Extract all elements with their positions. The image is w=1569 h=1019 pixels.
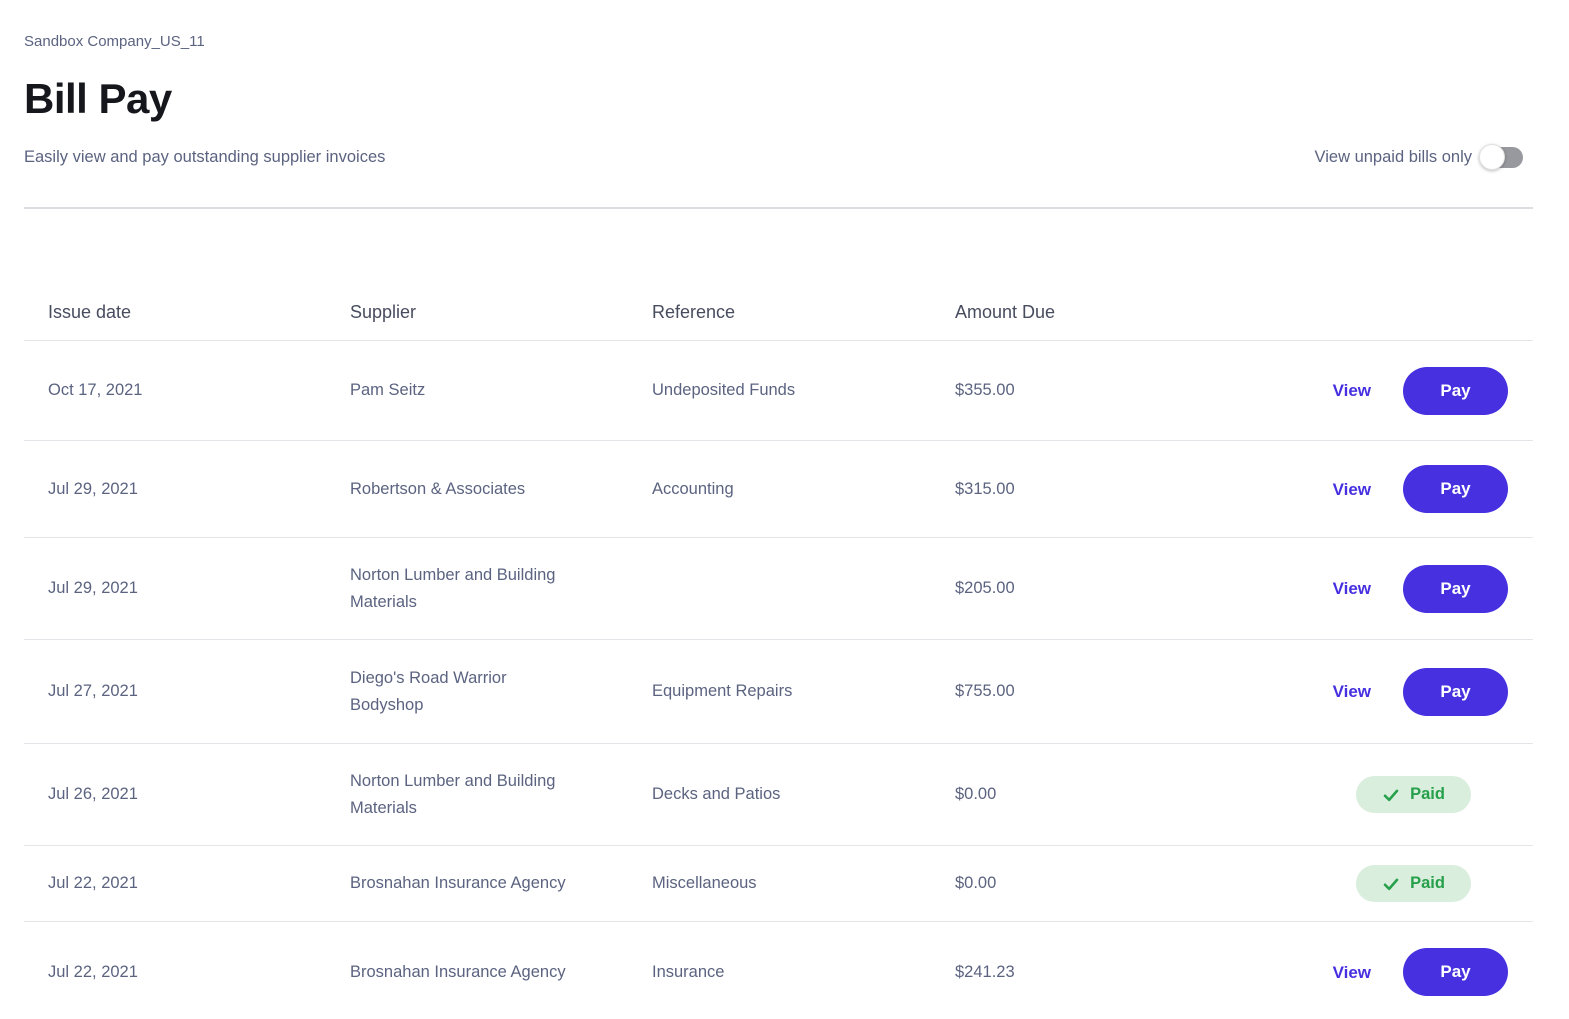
unpaid-toggle-label: View unpaid bills only [1314,147,1472,166]
actions-cell: View Pay Paid [1135,564,1533,613]
company-name: Sandbox Company_US_11 [24,33,205,50]
issue-date-value: Oct 17, 2021 [48,381,143,399]
table-row: Jul 27, 2021 Diego's Road Warrior Bodysh… [24,640,1533,744]
reference-value: Equipment Repairs [652,682,793,700]
check-icon [1383,878,1399,890]
actions-cell: View Pay Paid [1135,667,1533,716]
supplier-value: Norton Lumber and Building Materials [350,771,556,817]
actions-cell: View Pay Paid [1135,465,1533,513]
reference-cell: Undeposited Funds [652,377,955,404]
page-title: Bill Pay [24,75,172,122]
view-button[interactable]: View [1333,575,1371,602]
column-header-supplier: Supplier [350,302,417,322]
toggle-knob-icon [1479,143,1505,170]
reference-cell: Equipment Repairs [652,678,955,705]
issue-date-cell: Oct 17, 2021 [24,377,350,404]
paid-badge-label: Paid [1410,785,1445,803]
reference-cell: Miscellaneous [652,870,955,897]
amount-due-value: $205.00 [955,579,1015,597]
unpaid-toggle[interactable] [1479,143,1523,170]
table-row: Jul 22, 2021 Brosnahan Insurance Agency … [24,922,1533,1019]
supplier-value: Diego's Road Warrior Bodyshop [350,668,507,714]
actions-cell: View Pay Paid [1135,776,1533,813]
amount-due-cell: $315.00 [955,476,1135,503]
pay-button[interactable]: Pay [1403,465,1508,513]
reference-cell: Decks and Patios [652,781,955,808]
reference-value: Accounting [652,479,734,498]
issue-date-value: Jul 29, 2021 [48,579,138,597]
column-header-issue-date: Issue date [48,302,132,322]
table-body: Oct 17, 2021 Pam Seitz Undeposited Funds… [24,341,1533,1019]
supplier-value: Brosnahan Insurance Agency [350,874,566,892]
supplier-value: Pam Seitz [350,381,426,399]
view-button[interactable]: View [1333,678,1371,705]
reference-value: Decks and Patios [652,785,781,803]
supplier-value: Robertson & Associates [350,479,526,498]
check-icon [1383,789,1399,801]
amount-due-value: $241.23 [955,962,1015,981]
amount-due-cell: $0.00 [955,781,1135,808]
reference-value: Undeposited Funds [652,381,796,399]
amount-due-cell: $241.23 [955,959,1135,986]
pay-button[interactable]: Pay [1403,564,1508,613]
issue-date-cell: Jul 27, 2021 [24,678,350,705]
actions-cell: View Pay Paid [1135,865,1533,902]
supplier-cell: Diego's Road Warrior Bodyshop [350,665,652,719]
amount-due-value: $755.00 [955,682,1015,700]
unpaid-filter-group: View unpaid bills only [1314,143,1533,170]
pay-button[interactable]: Pay [1403,667,1508,716]
amount-due-value: $0.00 [955,785,997,803]
supplier-cell: Norton Lumber and Building Materials [350,562,652,616]
table-row: Jul 29, 2021 Robertson & Associates Acco… [24,441,1533,538]
paid-badge: Paid [1356,776,1471,813]
page-subtitle: Easily view and pay outstanding supplier… [24,148,386,166]
table-header: Issue date Supplier Reference Amount Due [24,209,1533,341]
reference-value: Miscellaneous [652,874,757,892]
supplier-cell: Robertson & Associates [350,476,652,503]
table-row: Jul 29, 2021 Norton Lumber and Building … [24,538,1533,640]
amount-due-cell: $205.00 [955,575,1135,602]
table-row: Jul 22, 2021 Brosnahan Insurance Agency … [24,846,1533,922]
actions-cell: View Pay Paid [1135,366,1533,415]
issue-date-value: Jul 22, 2021 [48,874,138,892]
amount-due-value: $355.00 [955,381,1015,399]
supplier-cell: Brosnahan Insurance Agency [350,959,652,986]
supplier-value: Norton Lumber and Building Materials [350,565,556,611]
supplier-cell: Pam Seitz [350,377,652,404]
issue-date-value: Jul 22, 2021 [48,962,138,981]
table-row: Jul 26, 2021 Norton Lumber and Building … [24,744,1533,846]
view-button[interactable]: View [1333,959,1371,986]
issue-date-value: Jul 26, 2021 [48,785,138,803]
paid-badge-label: Paid [1410,874,1445,892]
supplier-value: Brosnahan Insurance Agency [350,962,566,981]
pay-button[interactable]: Pay [1403,366,1508,415]
column-header-amount-due: Amount Due [955,302,1056,322]
column-header-reference: Reference [652,302,736,322]
issue-date-cell: Jul 29, 2021 [24,575,350,602]
issue-date-cell: Jul 26, 2021 [24,781,350,808]
issue-date-value: Jul 29, 2021 [48,479,138,498]
table-row: Oct 17, 2021 Pam Seitz Undeposited Funds… [24,341,1533,441]
view-button[interactable]: View [1333,377,1371,404]
subtitle-row: Easily view and pay outstanding supplier… [24,143,1533,170]
amount-due-cell: $355.00 [955,377,1135,404]
reference-value: Insurance [652,962,725,981]
issue-date-cell: Jul 29, 2021 [24,476,350,503]
supplier-cell: Norton Lumber and Building Materials [350,768,652,822]
actions-cell: View Pay Paid [1135,948,1533,996]
issue-date-value: Jul 27, 2021 [48,682,138,700]
bill-pay-page: Sandbox Company_US_11 Bill Pay Easily vi… [0,0,1569,1019]
paid-badge: Paid [1356,865,1471,902]
reference-cell: Insurance [652,959,955,986]
amount-due-value: $0.00 [955,874,997,892]
amount-due-cell: $755.00 [955,678,1135,705]
supplier-cell: Brosnahan Insurance Agency [350,870,652,897]
issue-date-cell: Jul 22, 2021 [24,959,350,986]
amount-due-value: $315.00 [955,479,1015,498]
issue-date-cell: Jul 22, 2021 [24,870,350,897]
pay-button[interactable]: Pay [1403,948,1508,996]
amount-due-cell: $0.00 [955,870,1135,897]
view-button[interactable]: View [1333,476,1371,503]
reference-cell: Accounting [652,476,955,503]
